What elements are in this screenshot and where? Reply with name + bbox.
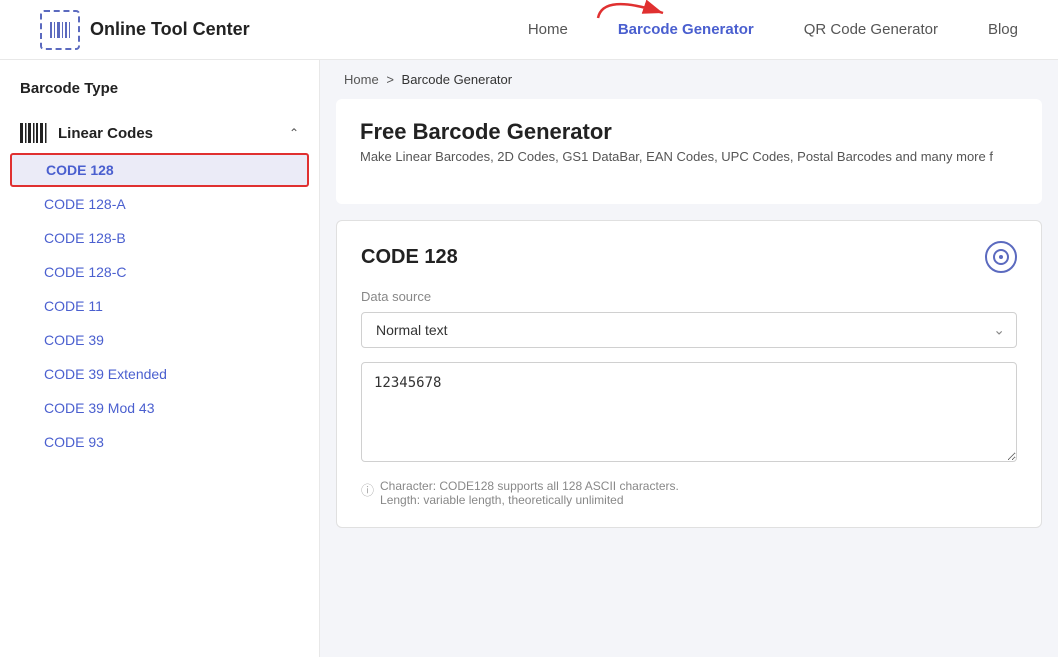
nav-qr-code-generator[interactable]: QR Code Generator [804,21,938,38]
linear-codes-label: Linear Codes [58,125,153,142]
breadcrumb-separator: > [386,72,394,87]
nav-home[interactable]: Home [528,21,568,38]
nav-arrow-indicator [588,0,678,23]
info-icon: ⓘ [361,480,374,499]
nav-barcode-generator[interactable]: Barcode Generator [618,21,754,38]
page-subtitle: Make Linear Barcodes, 2D Codes, GS1 Data… [360,149,1018,164]
sidebar-item-code128c[interactable]: CODE 128-C [0,255,319,289]
sidebar-item-code128[interactable]: CODE 128 [10,153,309,187]
sidebar-item-code39-mod43[interactable]: CODE 39 Mod 43 [0,391,319,425]
target-inner [993,249,1009,265]
sidebar-item-code11[interactable]: CODE 11 [0,289,319,323]
sidebar-item-code128a[interactable]: CODE 128-A [0,187,319,221]
linear-codes-header[interactable]: Linear Codes ⌃ [0,113,319,153]
main-nav: Home Barcode Generator QR Code Generator… [528,21,1018,38]
layout: Barcode Type Linear Codes ⌃ CODE 128 COD… [0,60,1058,657]
info-text-content: Character: CODE128 supports all 128 ASCI… [380,479,679,507]
nav-blog[interactable]: Blog [988,21,1018,38]
logo-area: Online Tool Center [40,10,250,50]
code128-card: CODE 128 Data source Normal text ⌄ 12345… [336,220,1042,528]
barcode-data-textarea[interactable]: 12345678 [361,362,1017,462]
target-icon[interactable] [985,241,1017,273]
breadcrumb: Home > Barcode Generator [320,60,1058,99]
sidebar-item-code39-extended[interactable]: CODE 39 Extended [0,357,319,391]
code128-header: CODE 128 [361,241,1017,273]
info-line2: Length: variable length, theoretically u… [380,493,679,507]
sidebar: Barcode Type Linear Codes ⌃ CODE 128 COD… [0,60,320,657]
breadcrumb-current: Barcode Generator [402,72,513,87]
chevron-up-icon: ⌃ [289,126,299,140]
logo-text: Online Tool Center [90,19,250,40]
breadcrumb-home[interactable]: Home [344,72,379,87]
page-title-card: Free Barcode Generator Make Linear Barco… [336,99,1042,204]
code128-title: CODE 128 [361,246,458,269]
linear-codes-left: Linear Codes [20,123,153,143]
main-content: Home > Barcode Generator Free Barcode Ge… [320,60,1058,657]
info-text: ⓘ Character: CODE128 supports all 128 AS… [361,479,1017,507]
logo-icon [40,10,80,50]
sidebar-item-code39[interactable]: CODE 39 [0,323,319,357]
page-title: Free Barcode Generator [360,119,1018,145]
sidebar-title: Barcode Type [0,80,319,113]
data-source-label: Data source [361,289,1017,304]
barcode-icon [20,123,48,143]
info-line1: Character: CODE128 supports all 128 ASCI… [380,479,679,493]
sidebar-item-code93[interactable]: CODE 93 [0,425,319,459]
data-source-select[interactable]: Normal text [361,312,1017,348]
header: Online Tool Center Home Barcode Generato… [0,0,1058,60]
dropdown-wrapper[interactable]: Normal text ⌄ [361,312,1017,348]
target-dot [999,255,1003,259]
sidebar-item-code128b[interactable]: CODE 128-B [0,221,319,255]
